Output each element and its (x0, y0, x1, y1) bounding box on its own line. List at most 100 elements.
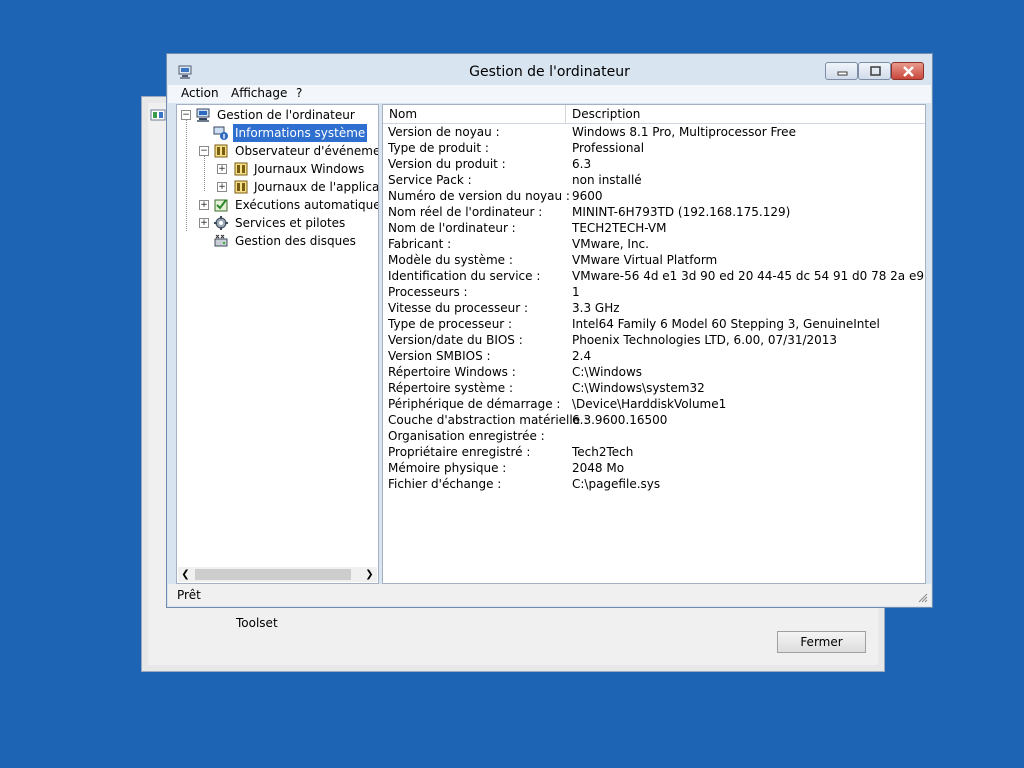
minimize-icon (837, 71, 848, 76)
row-name: Type de produit : (388, 141, 489, 155)
tree-item-autoruns[interactable]: + Exécutions automatiques (177, 196, 378, 214)
minimize-button[interactable] (825, 62, 858, 80)
list-row[interactable]: Processeurs : 1 (383, 284, 925, 300)
row-name: Type de processeur : (388, 317, 513, 331)
toolset-label: Toolset (236, 616, 278, 630)
tree-label: Gestion de l'ordinateur (217, 108, 355, 122)
list-row[interactable]: Fichier d'échange : C:\pagefile.sys (383, 476, 925, 492)
tree-horizontal-scrollbar[interactable]: ❮ ❯ (178, 567, 377, 582)
system-info-icon (213, 126, 228, 140)
list-row[interactable]: Vitesse du processeur : 3.3 GHz (383, 300, 925, 316)
row-description: VMware, Inc. (572, 237, 649, 251)
row-description: VMware Virtual Platform (572, 253, 718, 267)
row-description: 2.4 (572, 349, 592, 363)
navigation-tree: − Gestion de l'ordinateur Informations s… (176, 104, 379, 584)
collapse-icon[interactable]: − (181, 110, 191, 120)
row-name: Nom réel de l'ordinateur : (388, 205, 543, 219)
row-name: Version du produit : (388, 157, 506, 171)
row-name: Répertoire système : (388, 381, 513, 395)
expand-icon[interactable]: + (199, 200, 209, 210)
list-row[interactable]: Périphérique de démarrage : \Device\Hardd… (383, 396, 925, 412)
log-folder-icon (234, 162, 248, 176)
tree-item-event-viewer[interactable]: − Observateur d'événements (177, 142, 378, 160)
list-row[interactable]: Service Pack : non installé (383, 172, 925, 188)
menu-help[interactable]: ? (296, 86, 302, 100)
row-name: Périphérique de démarrage : (388, 397, 561, 411)
list-row[interactable]: Nom réel de l'ordinateur : MININT-6H793TD… (383, 204, 925, 220)
close-button[interactable] (891, 62, 924, 80)
list-row[interactable]: Version de noyau : Windows 8.1 Pro, Multi… (383, 124, 925, 140)
row-name: Répertoire Windows : (388, 365, 516, 379)
title-bar[interactable]: Gestion de l'ordinateur (167, 54, 932, 85)
row-description: non installé (572, 173, 642, 187)
expand-icon[interactable]: + (217, 164, 227, 174)
row-description: C:\pagefile.sys (572, 477, 661, 491)
tree-item-disk-management[interactable]: Gestion des disques (177, 232, 377, 250)
menu-action[interactable]: Action (181, 86, 219, 100)
list-row[interactable]: Version du produit : 6.3 (383, 156, 925, 172)
list-row[interactable]: Organisation enregistrée : (383, 428, 925, 444)
tree-label: Journaux de l'applicatio (254, 180, 379, 194)
list-row[interactable]: Couche d'abstraction matérielle :6.3.960… (383, 412, 925, 428)
row-name: Fabricant : (388, 237, 452, 251)
app-icon (150, 109, 166, 121)
row-description: \Device\HarddiskVolume1 (572, 397, 727, 411)
expand-icon[interactable]: + (217, 182, 227, 192)
column-header-nom[interactable]: Nom (383, 105, 566, 123)
list-row[interactable]: Type de processeur : Intel64 Family 6 Mod… (383, 316, 925, 332)
event-viewer-icon (214, 144, 228, 158)
menu-bar: Action Affichage ? (168, 85, 931, 103)
resize-grip-icon[interactable] (916, 591, 928, 603)
maximize-icon (870, 66, 881, 76)
row-description: 2048 Mo (572, 461, 625, 475)
list-header: Nom Description (383, 105, 925, 124)
tree-label: Journaux Windows (254, 162, 365, 176)
maximize-button[interactable] (858, 62, 891, 80)
tree-label: Services et pilotes (235, 216, 346, 230)
row-name: Modèle du système : (388, 253, 513, 267)
list-row[interactable]: Nom de l'ordinateur : TECH2TECH-VM (383, 220, 925, 236)
collapse-icon[interactable]: − (199, 146, 209, 156)
status-bar: Prêt (168, 584, 931, 606)
gear-icon (214, 216, 228, 230)
row-description: 6.3.9600.16500 (572, 413, 668, 427)
list-row[interactable]: Mémoire physique : 2048 Mo (383, 460, 925, 476)
list-row[interactable]: Répertoire système : C:\Windows\system32 (383, 380, 925, 396)
window-title: Gestion de l'ordinateur (469, 64, 630, 80)
close-icon (903, 66, 914, 77)
row-description: 9600 (572, 189, 603, 203)
list-row[interactable]: Identification du service : VMware-56 4d … (383, 268, 925, 284)
tree-root-computer-management[interactable]: − Gestion de l'ordinateur (177, 106, 377, 124)
row-name: Vitesse du processeur : (388, 301, 528, 315)
scroll-left-icon[interactable]: ❮ (178, 567, 193, 582)
list-row[interactable]: Propriétaire enregistré : Tech2Tech (383, 444, 925, 460)
row-name: Version de noyau : (388, 125, 500, 139)
tree-item-services-drivers[interactable]: + Services et pilotes (177, 214, 377, 232)
tree-item-windows-logs[interactable]: + Journaux Windows (177, 160, 377, 178)
row-name: Processeurs : (388, 285, 468, 299)
row-description: MININT-6H793TD (192.168.175.129) (572, 205, 791, 219)
row-name: Nom de l'ordinateur : (388, 221, 516, 235)
row-description: C:\Windows\system32 (572, 381, 705, 395)
row-description: Professional (572, 141, 645, 155)
tree-item-system-info[interactable]: Informations système (177, 123, 377, 143)
scrollbar-thumb[interactable] (195, 569, 351, 580)
tree-item-application-logs[interactable]: + Journaux de l'applicatio (177, 178, 379, 196)
row-description: VMware-56 4d e1 3d 90 ed 20 44-45 dc 54 … (572, 269, 924, 283)
expand-icon[interactable]: + (199, 218, 209, 228)
list-row[interactable]: Type de produit : Professional (383, 140, 925, 156)
row-name: Identification du service : (388, 269, 541, 283)
row-description: 6.3 (572, 157, 592, 171)
list-row[interactable]: Répertoire Windows : C:\Windows (383, 364, 925, 380)
row-name: Service Pack : (388, 173, 472, 187)
row-description: Windows 8.1 Pro, Multiprocessor Free (572, 125, 796, 139)
menu-affichage[interactable]: Affichage (231, 86, 287, 100)
list-row[interactable]: Numéro de version du noyau :9600 (383, 188, 925, 204)
list-row[interactable]: Fabricant : VMware, Inc. (383, 236, 925, 252)
list-row[interactable]: Modèle du système : VMware Virtual Platfo… (383, 252, 925, 268)
column-header-description[interactable]: Description (566, 105, 925, 123)
list-row[interactable]: Version SMBIOS : 2.4 (383, 348, 925, 364)
scroll-right-icon[interactable]: ❯ (362, 567, 377, 582)
list-row[interactable]: Version/date du BIOS : Phoenix Technologi… (383, 332, 925, 348)
fermer-button[interactable]: Fermer (777, 631, 866, 653)
